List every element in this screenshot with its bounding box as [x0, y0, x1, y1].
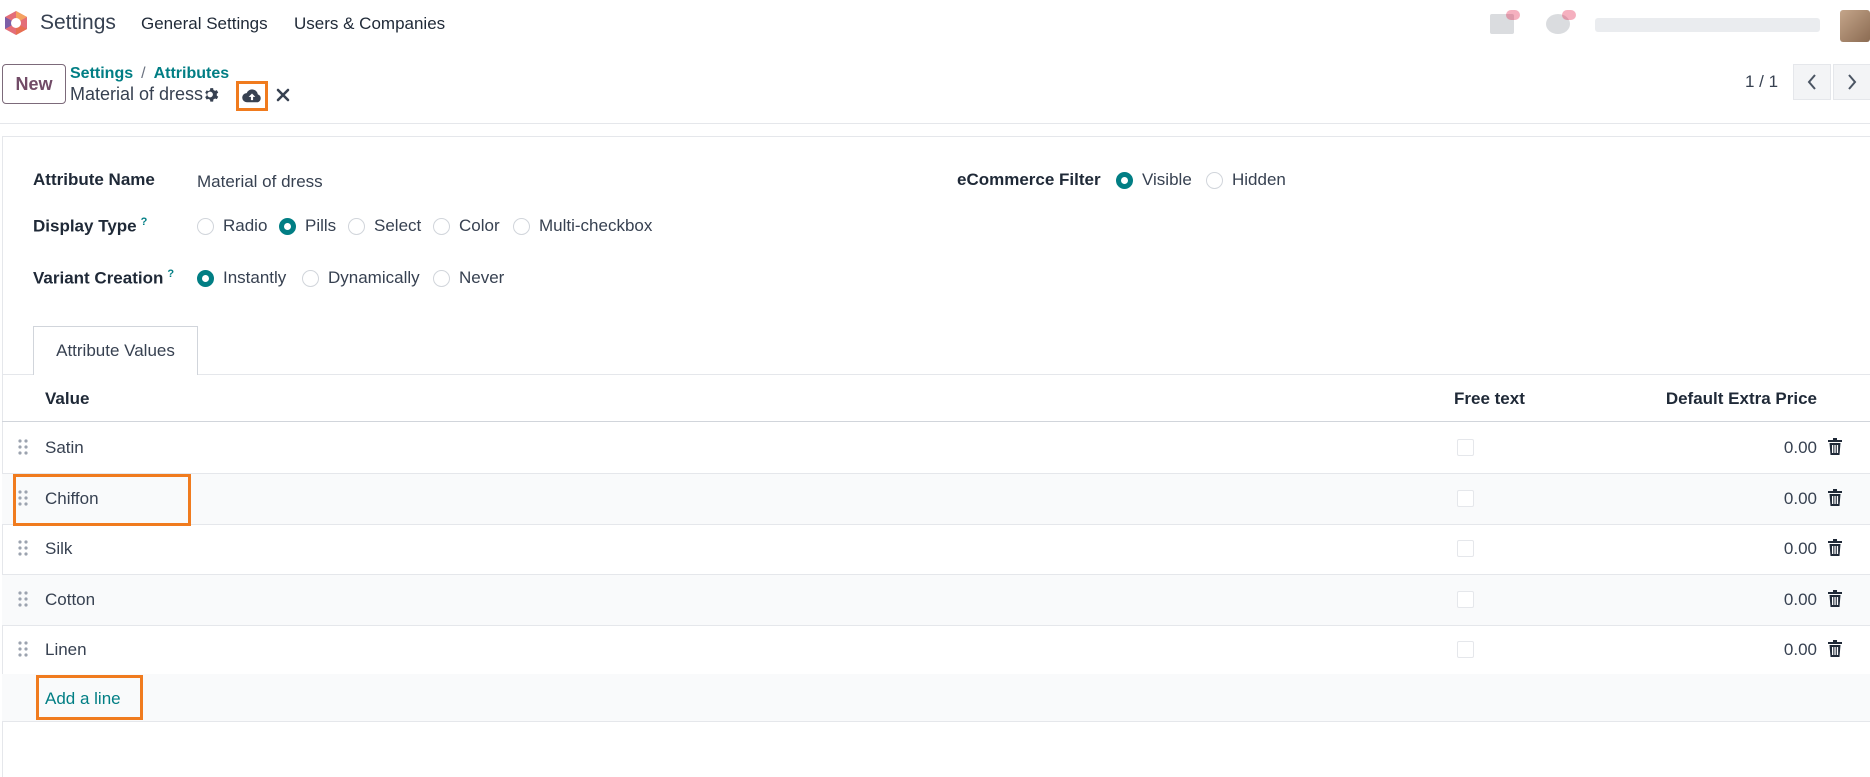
table-row[interactable]: Silk 0.00 [2, 524, 1870, 575]
drag-handle-icon[interactable] [18, 439, 30, 455]
drag-handle-icon[interactable] [18, 490, 30, 506]
tab-attribute-values[interactable]: Attribute Values [33, 326, 198, 375]
radio-display-multi-checkbox[interactable]: Multi-checkbox [513, 216, 652, 236]
value-cell[interactable]: Chiffon [45, 489, 99, 509]
tab-divider [2, 374, 1870, 375]
table-row[interactable]: Chiffon 0.00 [2, 474, 1870, 525]
drag-handle-icon[interactable] [18, 540, 30, 556]
value-cell[interactable]: Satin [45, 438, 84, 458]
radio-variant-instantly[interactable]: Instantly [197, 268, 286, 288]
avatar[interactable] [1840, 10, 1870, 42]
trash-icon[interactable] [1828, 640, 1844, 658]
company-switcher[interactable] [1595, 18, 1820, 32]
radio-ecommerce-hidden[interactable]: Hidden [1206, 170, 1286, 190]
radio-variant-dynamically[interactable]: Dynamically [302, 268, 420, 288]
radio-variant-never[interactable]: Never [433, 268, 504, 288]
menu-general-settings[interactable]: General Settings [141, 14, 268, 34]
trash-icon[interactable] [1828, 438, 1844, 456]
record-title: Material of dress [70, 84, 204, 104]
free-text-checkbox[interactable] [1457, 591, 1474, 608]
extra-price-cell[interactable]: 0.00 [1784, 489, 1817, 509]
table-row[interactable]: Cotton 0.00 [2, 575, 1870, 626]
top-navbar: Settings General Settings Users & Compan… [0, 0, 1870, 48]
radio-display-pills[interactable]: Pills [279, 216, 336, 236]
breadcrumb-separator: / [141, 65, 146, 82]
add-line-row [2, 674, 1870, 722]
free-text-checkbox[interactable] [1457, 490, 1474, 507]
free-text-checkbox[interactable] [1457, 540, 1474, 557]
radio-display-radio[interactable]: Radio [197, 216, 267, 236]
gear-icon[interactable] [203, 86, 220, 103]
help-tooltip-icon[interactable]: ? [141, 216, 148, 228]
value-cell[interactable]: Linen [45, 640, 87, 660]
drag-handle-icon[interactable] [18, 591, 30, 607]
column-value[interactable]: Value [45, 389, 89, 409]
breadcrumb-settings[interactable]: Settings [70, 65, 133, 82]
radio-display-select[interactable]: Select [348, 216, 421, 236]
value-cell[interactable]: Cotton [45, 590, 95, 610]
extra-price-cell[interactable]: 0.00 [1784, 438, 1817, 458]
add-line-link[interactable]: Add a line [45, 689, 121, 709]
pager-next-button[interactable] [1833, 64, 1870, 100]
attribute-name-field[interactable]: Material of dress [197, 172, 323, 192]
pager-previous-button[interactable] [1793, 64, 1831, 100]
control-panel: New Settings / Attributes Material of dres… [0, 48, 1870, 124]
free-text-checkbox[interactable] [1457, 641, 1474, 658]
value-cell[interactable]: Silk [45, 539, 72, 559]
trash-icon[interactable] [1828, 489, 1844, 507]
save-button[interactable] [236, 81, 268, 111]
chevron-right-icon [1848, 74, 1857, 90]
extra-price-cell[interactable]: 0.00 [1784, 640, 1817, 660]
table-row[interactable]: Linen 0.00 [2, 625, 1870, 676]
close-icon[interactable] [276, 88, 290, 102]
column-default-extra-price[interactable]: Default Extra Price [1666, 389, 1817, 409]
display-type-label: Display Type? [33, 216, 148, 236]
systray [1480, 6, 1870, 42]
table-row[interactable]: Satin 0.00 [2, 423, 1870, 474]
drag-handle-icon[interactable] [18, 641, 30, 657]
breadcrumb: Settings / Attributes [70, 65, 229, 83]
extra-price-cell[interactable]: 0.00 [1784, 539, 1817, 559]
chevron-left-icon [1807, 74, 1816, 90]
help-tooltip-icon[interactable]: ? [167, 268, 174, 280]
column-free-text[interactable]: Free text [1454, 389, 1525, 409]
app-title[interactable]: Settings [40, 11, 116, 35]
pager-value[interactable]: 1 / 1 [1745, 72, 1778, 92]
radio-ecommerce-visible[interactable]: Visible [1116, 170, 1192, 190]
breadcrumb-attributes[interactable]: Attributes [154, 65, 230, 82]
extra-price-cell[interactable]: 0.00 [1784, 590, 1817, 610]
chat-badge [1506, 10, 1520, 20]
trash-icon[interactable] [1828, 539, 1844, 557]
menu-users-companies[interactable]: Users & Companies [294, 14, 445, 34]
activity-badge [1562, 10, 1576, 20]
ecommerce-filter-label: eCommerce Filter [957, 170, 1101, 189]
radio-display-color[interactable]: Color [433, 216, 500, 236]
free-text-checkbox[interactable] [1457, 439, 1474, 456]
variant-creation-label: Variant Creation? [33, 268, 175, 288]
attribute-name-label: Attribute Name [33, 170, 155, 189]
new-button[interactable]: New [2, 64, 66, 104]
cloud-upload-icon [242, 89, 261, 103]
table-header: Value Free text Default Extra Price [2, 376, 1870, 422]
odoo-logo-icon[interactable] [3, 10, 29, 36]
trash-icon[interactable] [1828, 590, 1844, 608]
